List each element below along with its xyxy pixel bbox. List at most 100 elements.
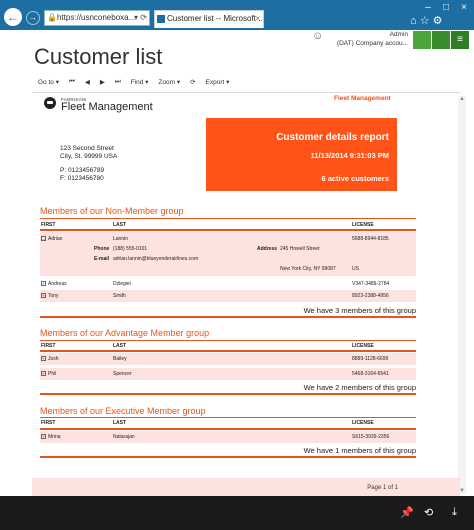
back-button[interactable]: ← — [4, 8, 22, 26]
close-button[interactable]: × — [458, 2, 470, 14]
divider — [40, 340, 416, 341]
group-title: Members of our Non-Member group — [40, 206, 184, 216]
tab-close-icon[interactable]: × — [255, 11, 260, 27]
scroll-up-icon[interactable]: ▲ — [459, 96, 465, 102]
forward-button[interactable]: → — [26, 11, 40, 25]
col-first: FIRST — [41, 420, 56, 426]
email-label: E-mail — [94, 256, 110, 262]
goto-menu[interactable]: Go to ▾ — [38, 78, 59, 86]
first-cell[interactable]: + Andreas — [41, 281, 67, 287]
group-count: We have 1 members of this group — [303, 446, 416, 455]
tab-title: Customer list -- Microsoft ... — [167, 14, 264, 23]
last-cell: Bailey — [113, 356, 127, 362]
prev-page-icon[interactable]: ◀ — [85, 78, 90, 86]
last-cell: Lannin — [113, 236, 129, 242]
report-summary-box: Customer details report 11/13/2014 9:31:… — [206, 118, 397, 191]
url-text: https://usnconeboxa... — [57, 13, 136, 22]
phone-value: (188) 555-0101 — [113, 246, 148, 252]
first-cell[interactable]: + Josh — [41, 356, 59, 362]
first-cell[interactable]: + Tony — [41, 293, 59, 299]
pin-icon[interactable]: 📌 — [400, 506, 414, 519]
export-menu[interactable]: Export ▾ — [206, 78, 230, 86]
tab-favicon-icon — [157, 15, 165, 23]
divider — [40, 316, 416, 318]
phone-label: Phone — [94, 246, 110, 252]
company-phone: P: 0123456789 F: 0123456780 — [60, 167, 104, 183]
col-first: FIRST — [41, 222, 56, 228]
last-cell: Spencer — [113, 371, 132, 377]
find-menu[interactable]: Find ▾ — [131, 78, 149, 86]
table-row: + Mrina Natarajan S615-3939-2356 — [40, 431, 416, 443]
expand-icon[interactable]: + — [41, 281, 46, 287]
window-controls: – □ × — [422, 2, 470, 14]
col-license: LICENSE — [352, 222, 374, 228]
address-city: New York City, NY 99087 — [280, 266, 336, 272]
last-page-icon[interactable]: ⏭ — [115, 78, 121, 86]
license-cell: 8923-2388-4956 — [352, 293, 389, 299]
app-bar: 📌 ⟲ ⤓ — [0, 496, 474, 530]
maximize-button[interactable]: □ — [440, 2, 452, 14]
expand-icon[interactable]: + — [41, 371, 46, 377]
app-tile-icon[interactable] — [413, 31, 431, 49]
refresh-icon[interactable]: ▾ ⟳ — [134, 11, 147, 25]
brand-name: Fleet Management — [61, 101, 153, 113]
license-cell: 5468-3164-6541 — [352, 371, 389, 377]
brand-right: Fleet Management — [334, 95, 391, 102]
user-info[interactable]: Admin (DAT) Company accou... — [332, 30, 408, 48]
download-icon[interactable]: ⤓ — [452, 506, 457, 519]
license-cell: S615-3939-2356 — [352, 434, 390, 440]
fleet-logo-icon — [44, 97, 56, 109]
next-page-icon[interactable]: ▶ — [100, 78, 105, 86]
first-cell[interactable]: + Phil — [41, 371, 56, 377]
refresh-icon[interactable]: ⟳ — [190, 78, 195, 86]
table-row: + Tony Smith 8923-2388-4956 — [40, 290, 416, 302]
zoom-menu[interactable]: Zoom ▾ — [158, 78, 180, 86]
col-license: LICENSE — [352, 343, 374, 349]
lock-icon: 🔒 — [47, 13, 57, 22]
address-country: US — [352, 266, 359, 272]
divider — [40, 350, 416, 352]
divider — [40, 393, 416, 395]
active-customer-count: 6 active customers — [321, 174, 389, 183]
user-name: Admin — [389, 31, 408, 38]
expand-icon[interactable]: + — [41, 293, 46, 299]
email-value: adrian.lannin@blueyonderairlines.com — [113, 256, 199, 262]
address-line2: City, St. 99999 USA — [60, 153, 118, 160]
feedback-icon[interactable]: ☺ — [312, 30, 323, 42]
browser-tool-icons[interactable]: ⌂ ☆ ⚙ — [410, 14, 442, 27]
table-row: – Adrian Lannin 5688-8944-8185 Phone (188… — [40, 232, 416, 276]
license-cell: 8889-1128-6699 — [352, 356, 389, 362]
page-number: Page 1 of 1 — [367, 485, 398, 491]
table-row: + Josh Bailey 8889-1128-6699 — [40, 353, 416, 365]
divider — [40, 417, 416, 418]
last-cell: Natarajan — [113, 434, 135, 440]
col-first: FIRST — [41, 343, 56, 349]
first-cell[interactable]: + Mrina — [41, 434, 61, 440]
minimize-button[interactable]: – — [422, 2, 434, 14]
divider — [40, 428, 416, 430]
dynamics-logo-icon[interactable] — [432, 31, 450, 49]
group-title: Members of our Advantage Member group — [40, 328, 210, 338]
collapse-icon[interactable]: – — [41, 236, 46, 242]
expand-icon[interactable]: + — [41, 434, 46, 440]
first-page-icon[interactable]: ⏮ — [69, 78, 75, 86]
first-cell[interactable]: – Adrian — [41, 236, 62, 242]
col-last: LAST — [113, 343, 127, 349]
phone-line: P: 0123456789 — [60, 167, 105, 174]
table-row: + Phil Spencer 5468-3164-6541 — [40, 368, 416, 380]
vertical-scrollbar[interactable]: ▲ ▼ — [458, 96, 466, 494]
browser-tab[interactable]: Customer list -- Microsoft ... × — [154, 10, 264, 28]
address-bar[interactable]: 🔒 https://usnconeboxa... ▾ ⟳ — [44, 10, 150, 26]
address-label: Address — [257, 246, 278, 252]
fax-line: F: 0123456780 — [60, 175, 104, 182]
browser-titlebar: ← → 🔒 https://usnconeboxa... ▾ ⟳ Custome… — [0, 0, 474, 30]
menu-icon[interactable]: ≡ — [451, 31, 469, 49]
last-cell: Dzlegiel — [113, 281, 131, 287]
sync-icon[interactable]: ⟲ — [424, 506, 433, 519]
expand-icon[interactable]: + — [41, 356, 46, 362]
report-heading: Customer details report — [276, 132, 389, 143]
page-title: Customer list — [34, 44, 163, 69]
group-count: We have 2 members of this group — [303, 383, 416, 392]
group-count: We have 3 members of this group — [303, 306, 416, 315]
col-last: LAST — [113, 420, 127, 426]
